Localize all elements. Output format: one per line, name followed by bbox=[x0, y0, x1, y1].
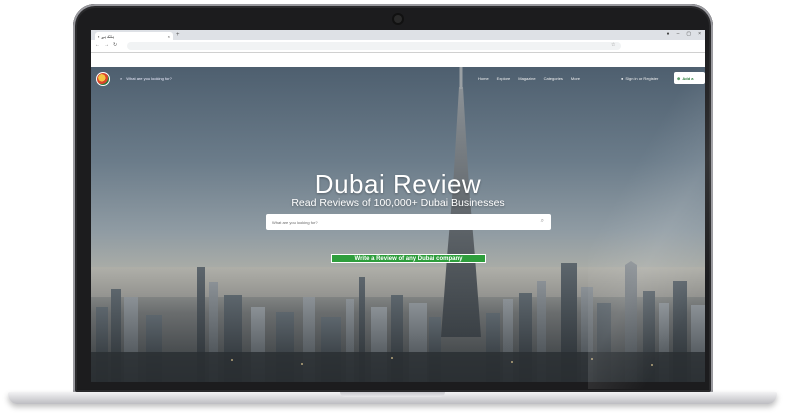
hero-title: Dubai Review bbox=[314, 169, 482, 199]
page-top-strip bbox=[91, 53, 705, 67]
user-icon: ● bbox=[621, 76, 624, 81]
new-tab-button[interactable]: + bbox=[176, 32, 180, 38]
search-icon: ⌕ bbox=[120, 76, 123, 81]
hero-search-placeholder: What are you looking for? bbox=[272, 219, 318, 225]
window-controls: ● – ▢ × bbox=[667, 31, 701, 37]
nav-link-explore[interactable]: Explore bbox=[497, 76, 511, 81]
profile-icon[interactable]: ● bbox=[667, 31, 670, 37]
reload-icon[interactable]: ↻ bbox=[113, 42, 117, 48]
main-nav: Home Explore Magazine Categories More bbox=[478, 76, 580, 81]
favicon-icon: ▪ bbox=[98, 33, 100, 39]
add-button-label: Add a bbox=[682, 75, 694, 81]
browser-tab-strip: ▪ ہلک ہے × + ● – ▢ × bbox=[91, 30, 705, 40]
nav-link-categories[interactable]: Categories bbox=[544, 76, 563, 81]
browser-toolbar: ← → ↻ ☆ bbox=[91, 40, 705, 53]
add-listing-button[interactable]: ⊕ Add a bbox=[674, 72, 705, 84]
site-logo[interactable] bbox=[96, 72, 110, 86]
address-bar[interactable] bbox=[127, 42, 621, 50]
webcam bbox=[394, 15, 402, 23]
browser-tab[interactable]: ▪ ہلک ہے × bbox=[95, 32, 173, 40]
laptop-screen: ▪ ہلک ہے × + ● – ▢ × ← → ↻ ☆ ⌕ What are … bbox=[91, 30, 705, 382]
nav-link-home[interactable]: Home bbox=[478, 76, 489, 81]
browser-nav-buttons: ← → ↻ bbox=[95, 42, 117, 48]
nav-link-magazine[interactable]: Magazine bbox=[518, 76, 535, 81]
plus-icon: ⊕ bbox=[677, 75, 681, 81]
laptop-notch bbox=[340, 392, 445, 397]
tab-close-icon[interactable]: × bbox=[168, 34, 170, 39]
bookmark-star-icon[interactable]: ☆ bbox=[611, 42, 615, 48]
hero-subtitle: Read Reviews of 100,000+ Dubai Businesse… bbox=[291, 197, 505, 209]
nav-search[interactable]: ⌕ What are you looking for? bbox=[120, 76, 172, 81]
back-icon[interactable]: ← bbox=[95, 42, 100, 48]
hero-search-input[interactable]: What are you looking for? ⌕ bbox=[266, 214, 551, 230]
search-icon[interactable]: ⌕ bbox=[541, 218, 544, 225]
nav-search-placeholder: What are you looking for? bbox=[126, 76, 172, 81]
close-window-icon[interactable]: × bbox=[698, 31, 701, 37]
minimize-icon[interactable]: – bbox=[677, 31, 680, 37]
maximize-icon[interactable]: ▢ bbox=[686, 31, 691, 37]
write-review-button[interactable]: Write a Review of any Dubai company bbox=[331, 254, 486, 263]
hero-section: ⌕ What are you looking for? Home Explore… bbox=[91, 67, 705, 382]
nav-link-more[interactable]: More bbox=[571, 76, 580, 81]
signin-label: Sign in or Register bbox=[625, 76, 659, 81]
forward-icon[interactable]: → bbox=[104, 42, 109, 48]
signin-link[interactable]: ● Sign in or Register bbox=[621, 76, 658, 81]
browser-tab-title: ہلک ہے bbox=[101, 33, 115, 39]
